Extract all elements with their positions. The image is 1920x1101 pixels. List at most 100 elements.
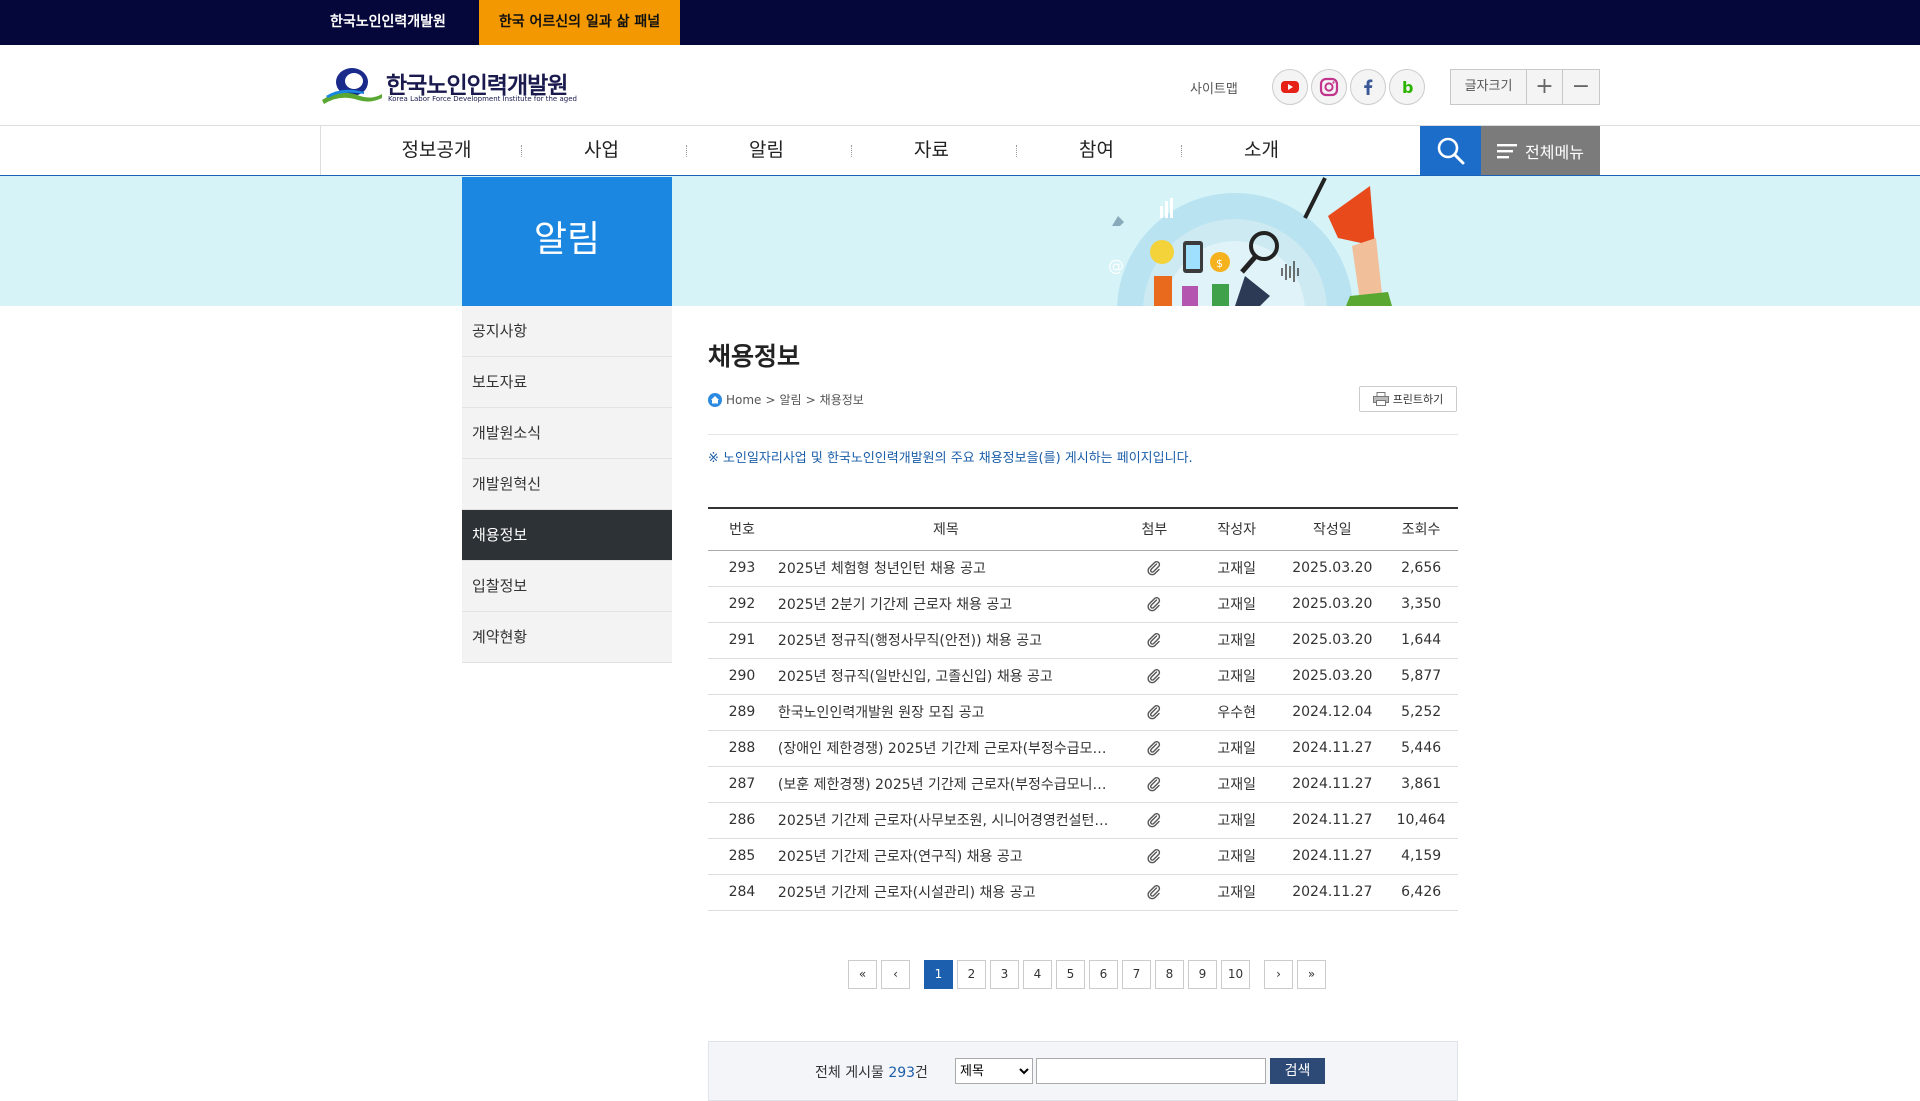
page-button-4[interactable]: 4 <box>1023 960 1052 989</box>
all-menu-button[interactable]: 전체메뉴 <box>1481 126 1600 175</box>
nav-item-info[interactable]: 정보공개 <box>354 126 519 175</box>
paperclip-icon[interactable] <box>1146 560 1162 576</box>
table-row[interactable]: 292 2025년 2분기 기간제 근로자 채용 공고 고재일 2025.03.20 3… <box>708 586 1458 623</box>
board-search: 전체 게시물 293건 제목 검색 <box>708 1041 1458 1101</box>
table-row[interactable]: 288 (장애인 제한경쟁) 2025년 기간제 근로자(부정수급모니… 고재일 20… <box>708 730 1458 767</box>
row-attachment[interactable] <box>1115 622 1193 659</box>
page-button-10[interactable]: 10 <box>1221 960 1250 989</box>
print-button[interactable]: 프린트하기 <box>1359 386 1457 412</box>
row-attachment[interactable] <box>1115 550 1193 587</box>
table-row[interactable]: 285 2025년 기간제 근로자(연구직) 채용 공고 고재일 2024.11.27… <box>708 838 1458 875</box>
side-menu-item-innovation[interactable]: 개발원혁신 <box>462 459 672 510</box>
page-button-8[interactable]: 8 <box>1155 960 1184 989</box>
recruit-board-table: 번호 제목 첨부 작성자 작성일 조회수 293 2025년 체험형 청년인턴 채… <box>708 507 1458 911</box>
row-title-link[interactable]: 한국노인인력개발원 원장 모집 공고 <box>775 694 1116 731</box>
row-no: 284 <box>708 874 776 911</box>
table-row[interactable]: 286 2025년 기간제 근로자(사무보조원, 시니어경영컨설턴트,… 고재일 20… <box>708 802 1458 839</box>
table-row[interactable]: 293 2025년 체험형 청년인턴 채용 공고 고재일 2025.03.20 2,65… <box>708 550 1458 587</box>
breadcrumb-section[interactable]: 알림 <box>780 391 802 408</box>
row-date: 2025.03.20 <box>1280 586 1385 623</box>
search-button[interactable] <box>1420 126 1481 175</box>
paperclip-icon[interactable] <box>1146 776 1162 792</box>
table-row[interactable]: 284 2025년 기간제 근로자(시설관리) 채용 공고 고재일 2024.11.2… <box>708 874 1458 911</box>
row-title-link[interactable]: 2025년 기간제 근로자(시설관리) 채용 공고 <box>775 874 1116 911</box>
paperclip-icon[interactable] <box>1146 632 1162 648</box>
section-title: 알림 <box>462 177 672 306</box>
main-nav: 정보공개 사업 알림 자료 참여 소개 <box>320 126 1420 175</box>
table-row[interactable]: 290 2025년 정규직(일반신입, 고졸신입) 채용 공고 고재일 2025.03… <box>708 658 1458 695</box>
row-title-link[interactable]: 2025년 정규직(행정사무직(안전)) 채용 공고 <box>775 622 1116 659</box>
row-title-link[interactable]: 2025년 기간제 근로자(사무보조원, 시니어경영컨설턴트,… <box>775 802 1116 839</box>
page-button-9[interactable]: 9 <box>1188 960 1217 989</box>
breadcrumb-home[interactable]: Home <box>726 393 761 407</box>
row-views: 2,656 <box>1384 550 1458 587</box>
page-button-2[interactable]: 2 <box>957 960 986 989</box>
paperclip-icon[interactable] <box>1146 668 1162 684</box>
nav-item-data[interactable]: 자료 <box>849 126 1014 175</box>
home-icon <box>708 392 722 407</box>
nav-item-business[interactable]: 사업 <box>519 126 684 175</box>
row-no: 292 <box>708 586 776 623</box>
instagram-icon[interactable] <box>1311 69 1347 105</box>
row-attachment[interactable] <box>1115 730 1193 767</box>
row-attachment[interactable] <box>1115 766 1193 803</box>
font-size-minus-button[interactable]: − <box>1563 70 1599 104</box>
table-row[interactable]: 291 2025년 정규직(행정사무직(안전)) 채용 공고 고재일 2025.03.… <box>708 622 1458 659</box>
search-submit-button[interactable]: 검색 <box>1270 1058 1325 1084</box>
table-row[interactable]: 289 한국노인인력개발원 원장 모집 공고 우수현 2024.12.04 5,252 <box>708 694 1458 731</box>
table-row[interactable]: 287 (보훈 제한경쟁) 2025년 기간제 근로자(부정수급모니터… 고재일 20… <box>708 766 1458 803</box>
row-attachment[interactable] <box>1115 838 1193 875</box>
row-title-link[interactable]: (보훈 제한경쟁) 2025년 기간제 근로자(부정수급모니터… <box>775 766 1116 803</box>
side-menu-item-notice[interactable]: 공지사항 <box>462 306 672 357</box>
next-page-button[interactable]: › <box>1264 960 1293 989</box>
paperclip-icon[interactable] <box>1146 848 1162 864</box>
paperclip-icon[interactable] <box>1146 812 1162 828</box>
row-attachment[interactable] <box>1115 694 1193 731</box>
page-button-6[interactable]: 6 <box>1089 960 1118 989</box>
nav-item-participate[interactable]: 참여 <box>1014 126 1179 175</box>
site-tab-panel[interactable]: 한국 어르신의 일과 삶 패널 <box>479 0 680 45</box>
side-menu-item-news[interactable]: 개발원소식 <box>462 408 672 459</box>
nav-item-notice[interactable]: 알림 <box>684 126 849 175</box>
row-title-link[interactable]: (장애인 제한경쟁) 2025년 기간제 근로자(부정수급모니… <box>775 730 1116 767</box>
row-views: 1,644 <box>1384 622 1458 659</box>
last-page-button[interactable]: » <box>1297 960 1326 989</box>
search-field-select[interactable]: 제목 <box>955 1058 1033 1084</box>
font-size-plus-button[interactable]: + <box>1527 70 1563 104</box>
row-title-link[interactable]: 2025년 체험형 청년인턴 채용 공고 <box>775 550 1116 587</box>
row-attachment[interactable] <box>1115 802 1193 839</box>
row-title-link[interactable]: 2025년 기간제 근로자(연구직) 채용 공고 <box>775 838 1116 875</box>
row-attachment[interactable] <box>1115 658 1193 695</box>
youtube-icon[interactable] <box>1272 69 1308 105</box>
nav-item-about[interactable]: 소개 <box>1179 126 1344 175</box>
paperclip-icon[interactable] <box>1146 704 1162 720</box>
row-date: 2024.12.04 <box>1280 694 1385 731</box>
facebook-icon[interactable] <box>1350 69 1386 105</box>
prev-page-button[interactable]: ‹ <box>881 960 910 989</box>
page-title: 채용정보 <box>708 342 801 371</box>
sitemap-link[interactable]: 사이트맵 <box>1190 78 1238 97</box>
side-menu-item-recruit[interactable]: 채용정보 <box>462 510 672 561</box>
logo[interactable]: 한국노인인력개발원 Korea Labor Force Development … <box>320 62 577 107</box>
row-title-link[interactable]: 2025년 2분기 기간제 근로자 채용 공고 <box>775 586 1116 623</box>
column-header-title: 제목 <box>775 508 1116 551</box>
page-button-7[interactable]: 7 <box>1122 960 1151 989</box>
page-button-1[interactable]: 1 <box>924 960 953 989</box>
paperclip-icon[interactable] <box>1146 884 1162 900</box>
row-attachment[interactable] <box>1115 586 1193 623</box>
side-menu-item-press[interactable]: 보도자료 <box>462 357 672 408</box>
side-menu-item-contract[interactable]: 계약현황 <box>462 612 672 663</box>
page-button-3[interactable]: 3 <box>990 960 1019 989</box>
search-input[interactable] <box>1036 1058 1266 1084</box>
paperclip-icon[interactable] <box>1146 596 1162 612</box>
page-button-5[interactable]: 5 <box>1056 960 1085 989</box>
font-size-control: 글자크기 + − <box>1450 69 1600 105</box>
side-menu-item-bid[interactable]: 입찰정보 <box>462 561 672 612</box>
first-page-button[interactable]: « <box>848 960 877 989</box>
column-header-date: 작성일 <box>1280 508 1385 551</box>
site-tab-institute[interactable]: 한국노인인력개발원 <box>314 0 462 45</box>
paperclip-icon[interactable] <box>1146 740 1162 756</box>
blog-icon[interactable]: b <box>1389 69 1425 105</box>
row-title-link[interactable]: 2025년 정규직(일반신입, 고졸신입) 채용 공고 <box>775 658 1116 695</box>
row-attachment[interactable] <box>1115 874 1193 911</box>
